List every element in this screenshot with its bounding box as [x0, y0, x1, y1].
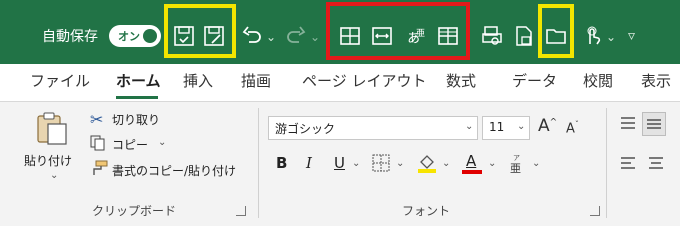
tab-formulas[interactable]: 数式 [446, 70, 476, 91]
font-color-dropdown-icon[interactable]: ⌄ [488, 158, 496, 169]
autosave-toggle[interactable]: オン [109, 25, 161, 47]
svg-text:亜: 亜 [510, 162, 521, 174]
active-tab-indicator [116, 96, 158, 99]
clipboard-launcher-icon[interactable] [236, 206, 246, 216]
redo-dropdown-icon[interactable]: ⌄ [310, 30, 320, 44]
save-as-icon[interactable] [202, 24, 226, 48]
italic-button[interactable]: I [306, 154, 312, 172]
font-group-label: フォント [402, 204, 451, 218]
shrink-font-icon[interactable]: Aˇ [566, 120, 579, 136]
font-color-icon[interactable]: A [462, 152, 482, 174]
copy-label[interactable]: コピー [112, 136, 148, 153]
phonetic-dropdown-icon[interactable]: ⌄ [532, 158, 540, 169]
align-center-icon[interactable] [648, 156, 664, 172]
format-painter-icon[interactable] [90, 160, 108, 176]
ribbon-tab-bar: ファイル ホーム 挿入 描画 ページ レイアウト 数式 データ 校閲 表示 [0, 64, 680, 102]
tab-file[interactable]: ファイル [30, 70, 90, 91]
fill-color-icon[interactable] [416, 152, 438, 174]
underline-dropdown-icon[interactable]: ⌄ [352, 158, 360, 169]
tab-home[interactable]: ホーム [116, 70, 161, 91]
paste-dropdown-icon[interactable]: ⌄ [50, 170, 58, 181]
touch-dropdown-icon[interactable]: ⌄ [606, 30, 616, 44]
toggle-knob [143, 29, 157, 43]
font-size-chevron-icon: ⌄ [517, 121, 526, 132]
font-name-dropdown[interactable]: 游ゴシック ⌄ [268, 116, 478, 140]
phonetic-icon[interactable]: ぁ亜 [404, 24, 428, 48]
font-size-value: 11 [489, 120, 505, 134]
paste-icon[interactable] [36, 110, 68, 146]
align-left-icon[interactable] [620, 156, 636, 172]
merge-cells-icon[interactable] [338, 24, 362, 48]
center-across-icon[interactable] [370, 24, 394, 48]
group-separator [258, 108, 259, 218]
tab-page-layout[interactable]: ページ レイアウト [302, 70, 426, 91]
svg-text:ア: ア [513, 154, 520, 162]
borders-dropdown-icon[interactable]: ⌄ [396, 158, 404, 169]
redo-icon[interactable] [284, 24, 308, 48]
font-name-value: 游ゴシック [275, 122, 336, 136]
tab-view[interactable]: 表示 [641, 70, 671, 91]
paste-label[interactable]: 貼り付け [24, 152, 72, 169]
bold-button[interactable]: B [276, 154, 287, 172]
copy-icon[interactable] [90, 135, 106, 151]
autosave-state: オン [118, 30, 140, 43]
cut-label[interactable]: 切り取り [112, 111, 160, 128]
phonetic-guide-icon[interactable]: ア亜 [508, 152, 528, 175]
copy-dropdown-icon[interactable]: ⌄ [158, 137, 166, 148]
format-painter-label[interactable]: 書式のコピー/貼り付け [112, 162, 236, 179]
tab-review[interactable]: 校閲 [583, 70, 613, 91]
borders-icon[interactable] [372, 154, 390, 172]
autosave-label: 自動保存 [42, 29, 98, 45]
document-icon[interactable] [512, 24, 536, 48]
svg-text:亜: 亜 [416, 28, 425, 39]
customize-qat-icon[interactable]: ▿ [628, 28, 635, 44]
tab-data[interactable]: データ [512, 70, 557, 91]
quick-access-toolbar: 自動保存 オン ⌄ ⌄ ぁ亜 ⌄ ▿ [0, 0, 680, 64]
undo-dropdown-icon[interactable]: ⌄ [266, 30, 276, 44]
save-icon[interactable] [172, 24, 196, 48]
undo-icon[interactable] [240, 24, 264, 48]
top-align-icon[interactable] [620, 116, 636, 132]
font-name-chevron-icon: ⌄ [465, 121, 474, 132]
font-size-dropdown[interactable]: 11 ⌄ [482, 116, 530, 140]
grow-font-icon[interactable]: A^ [538, 116, 557, 136]
tab-draw[interactable]: 描画 [241, 70, 271, 91]
underline-button[interactable]: U [334, 154, 345, 172]
scissors-icon[interactable]: ✂ [90, 110, 103, 129]
ribbon-home: 貼り付け ⌄ ✂ 切り取り コピー ⌄ 書式のコピー/貼り付け クリップボード … [0, 102, 680, 226]
clipboard-group-label: クリップボード [92, 204, 177, 218]
font-launcher-icon[interactable] [590, 206, 600, 216]
middle-align-button[interactable] [642, 112, 666, 136]
touch-mode-icon[interactable] [580, 24, 604, 48]
print-preview-icon[interactable] [480, 24, 504, 48]
tab-insert[interactable]: 挿入 [183, 70, 213, 91]
table-grid-icon[interactable] [436, 24, 460, 48]
folder-icon[interactable] [544, 24, 568, 48]
fill-color-dropdown-icon[interactable]: ⌄ [442, 158, 450, 169]
group-separator [606, 108, 607, 218]
